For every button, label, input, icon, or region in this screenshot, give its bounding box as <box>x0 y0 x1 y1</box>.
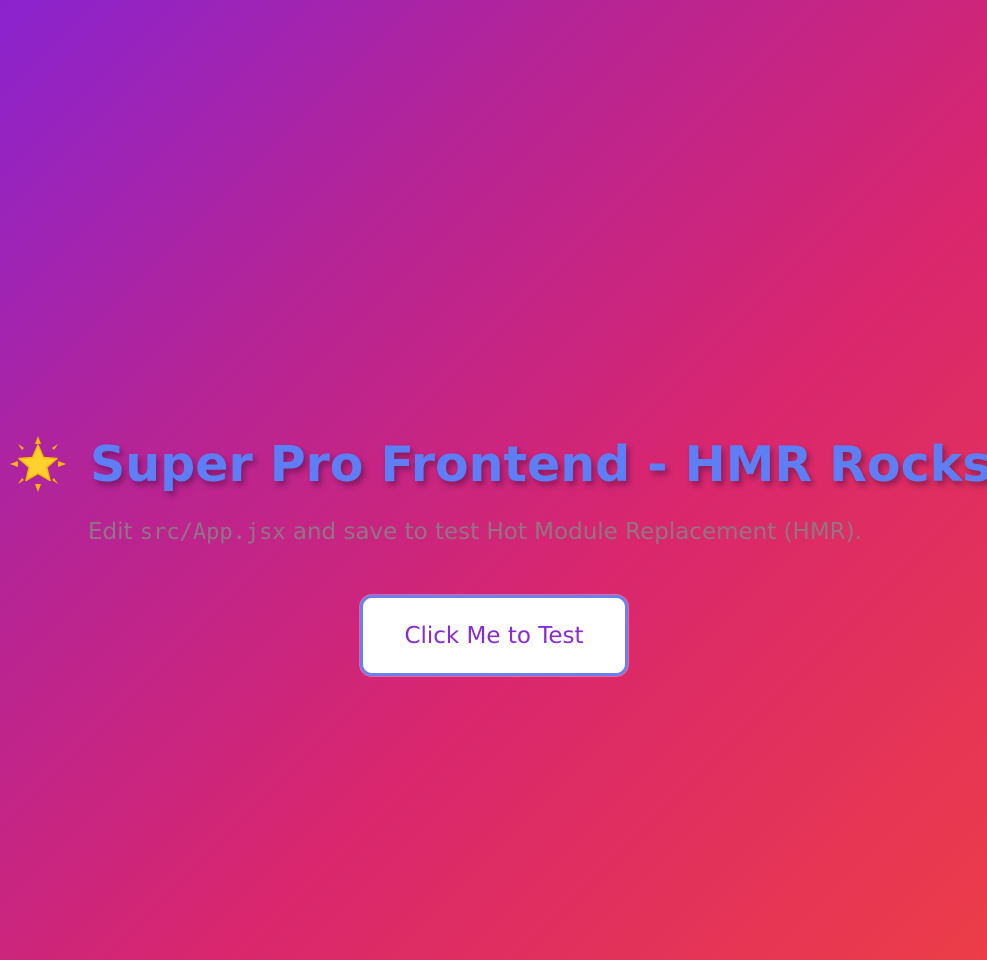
page-title: Super Pro Frontend - HMR Rocks! <box>8 430 987 498</box>
subtitle-after: and save to test Hot Module Replacement … <box>285 519 862 545</box>
file-path-code: src/App.jsx <box>139 520 286 545</box>
subtitle-before: Edit <box>88 519 140 545</box>
star-icon <box>8 434 68 494</box>
subtitle: Edit src/App.jsx and save to test Hot Mo… <box>88 519 908 545</box>
title-text: Super Pro Frontend - HMR Rocks! <box>90 435 987 493</box>
test-button[interactable]: Click Me to Test <box>360 595 628 676</box>
page-root: Super Pro Frontend - HMR Rocks! Edit src… <box>0 0 987 960</box>
